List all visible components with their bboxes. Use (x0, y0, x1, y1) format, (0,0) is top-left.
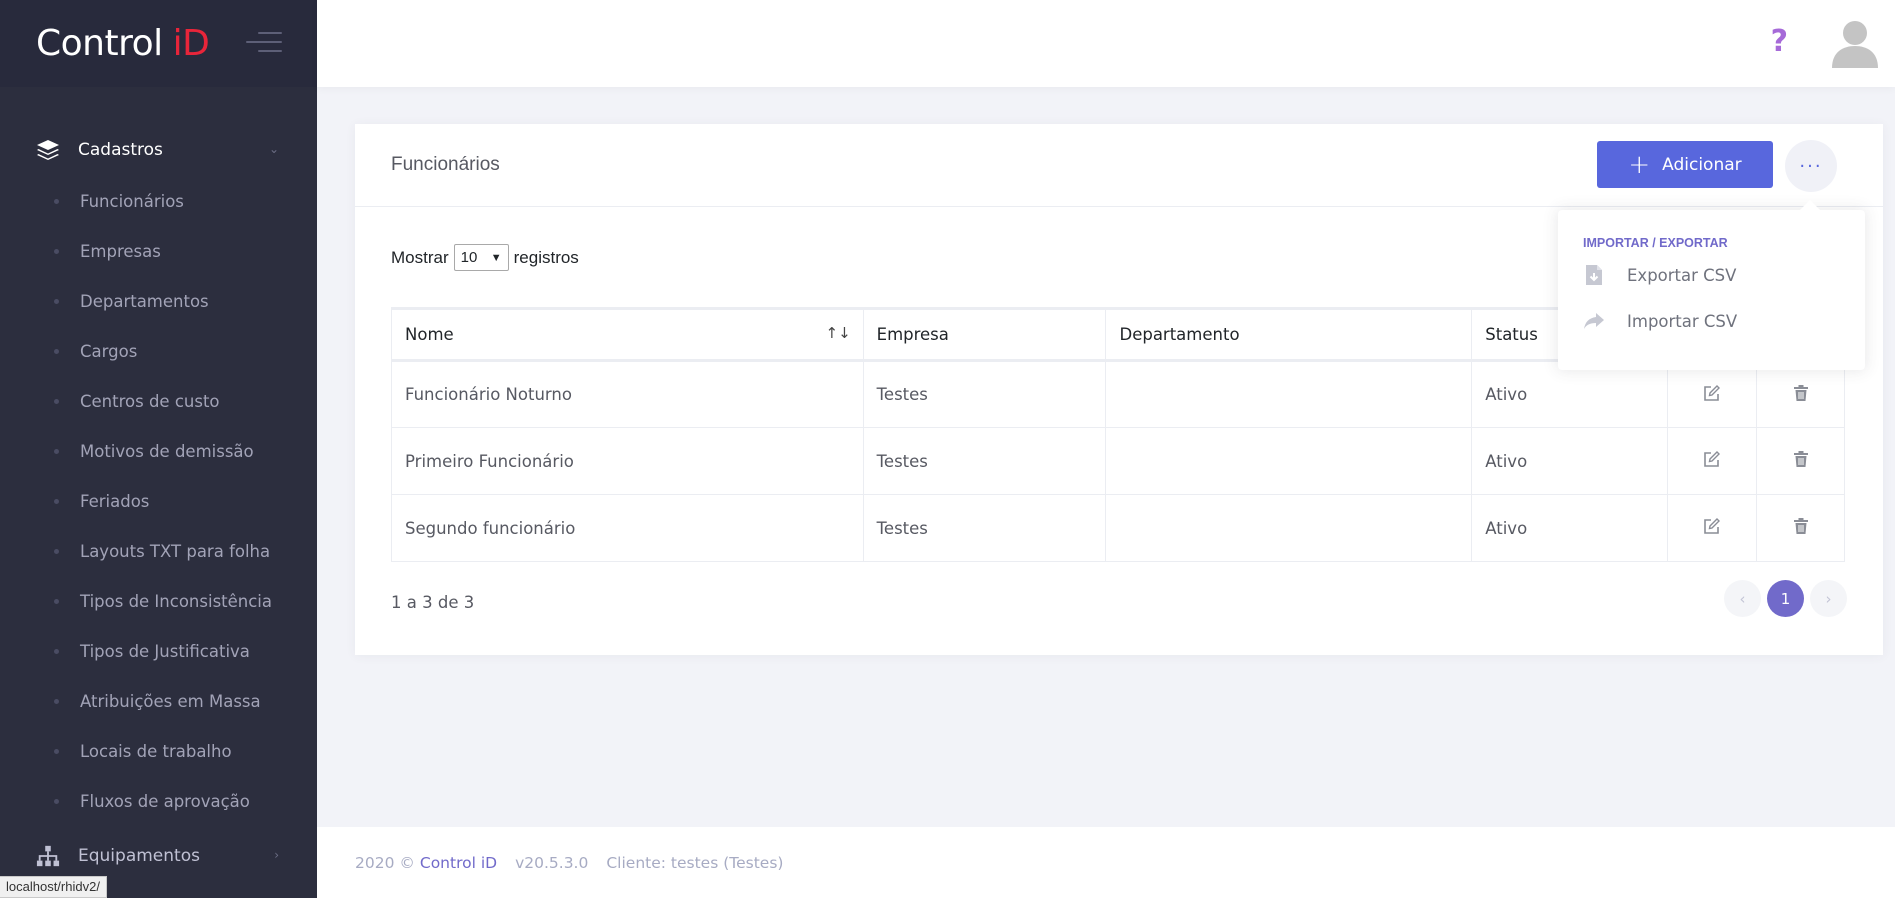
sidebar: Control iD Cadastros ⌄ Funcionários Empre… (0, 0, 317, 898)
page-title: Funcionários (391, 154, 500, 175)
sidebar-item-motivos-de-demissao[interactable]: Motivos de demissão (0, 426, 317, 476)
trash-icon (1793, 518, 1808, 534)
page-length-select[interactable]: 10 ▼ (453, 244, 509, 271)
more-icon: ··· (1799, 155, 1823, 177)
export-csv-item[interactable]: Exportar CSV (1583, 263, 1736, 287)
chevron-left-icon: ‹ (1739, 589, 1746, 608)
menu-section-cadastros[interactable]: Cadastros ⌄ (0, 124, 317, 176)
footer-brand-link[interactable]: Control iD (420, 854, 497, 872)
plus-icon: + (1628, 149, 1651, 180)
cell-empresa: Testes (862, 360, 1107, 428)
sidebar-item-locais-de-trabalho[interactable]: Locais de trabalho (0, 726, 317, 776)
caret-down-icon: ▼ (490, 251, 502, 264)
submenu-cadastros: Funcionários Empresas Departamentos Carg… (0, 176, 317, 826)
more-options-button[interactable]: ··· (1785, 140, 1837, 192)
avatar[interactable] (1829, 16, 1881, 68)
cell-status: Ativo (1471, 360, 1669, 428)
logo[interactable]: Control iD (36, 23, 210, 64)
layers-icon (36, 138, 60, 162)
share-icon (1583, 309, 1605, 333)
menu-section-label: Cadastros (78, 140, 163, 160)
sidebar-item-centros-de-custo[interactable]: Centros de custo (0, 376, 317, 426)
cell-empresa: Testes (862, 427, 1107, 495)
card-header: Funcionários + Adicionar ··· (355, 124, 1883, 207)
cell-status: Ativo (1471, 494, 1669, 562)
more-options-dropdown: Importar / Exportar Exportar CSV Importa… (1558, 200, 1865, 370)
side-menu: Cadastros ⌄ Funcionários Empresas Depart… (0, 124, 317, 826)
pagination: ‹ 1 › (1724, 580, 1847, 617)
cell-departamento (1105, 427, 1473, 495)
cell-nome: Primeiro Funcionário (391, 427, 864, 495)
pagination-prev-button[interactable]: ‹ (1724, 580, 1761, 617)
trash-icon (1793, 451, 1808, 467)
edit-button[interactable] (1667, 360, 1758, 428)
employees-card: Funcionários + Adicionar ··· Mostrar 10 ▼ … (355, 124, 1883, 655)
column-header-nome[interactable]: Nome ↑↓ (391, 307, 864, 362)
column-header-empresa[interactable]: Empresa (862, 307, 1107, 362)
delete-button[interactable] (1756, 360, 1845, 428)
footer-year: 2020 © (355, 853, 415, 872)
table-row: Funcionário Noturno Testes Ativo (391, 360, 1845, 428)
sidebar-item-funcionarios[interactable]: Funcionários (0, 176, 317, 226)
cell-nome: Funcionário Noturno (391, 360, 864, 428)
cell-departamento (1105, 494, 1473, 562)
cell-empresa: Testes (862, 494, 1107, 562)
footer-version: v20.5.3.0 (515, 853, 589, 872)
edit-icon (1704, 384, 1721, 401)
chevron-down-icon: ⌄ (268, 142, 279, 156)
import-csv-item[interactable]: Importar CSV (1583, 309, 1737, 333)
sidebar-item-tipos-de-inconsistencia[interactable]: Tipos de Inconsistência (0, 576, 317, 626)
trash-icon (1793, 384, 1808, 401)
sidebar-item-empresas[interactable]: Empresas (0, 226, 317, 276)
chevron-right-icon: › (1825, 589, 1832, 608)
table-row: Primeiro Funcionário Testes Ativo (391, 427, 1845, 495)
edit-button[interactable] (1667, 494, 1758, 562)
pagination-page-button[interactable]: 1 (1767, 580, 1804, 617)
menu-section-label: Equipamentos (78, 846, 200, 866)
topbar: ? (317, 0, 1895, 87)
table-row: Segundo funcionário Testes Ativo (391, 494, 1845, 562)
sidebar-item-fluxos-de-aprovacao[interactable]: Fluxos de aprovação (0, 776, 317, 826)
sidebar-item-layouts-txt[interactable]: Layouts TXT para folha (0, 526, 317, 576)
help-icon[interactable]: ? (1771, 24, 1788, 59)
edit-icon (1704, 518, 1721, 534)
menu-toggle-icon[interactable] (246, 32, 282, 54)
sidebar-item-feriados[interactable]: Feriados (0, 476, 317, 526)
sitemap-icon (36, 844, 60, 868)
status-bar-url: localhost/rhidv2/ (0, 876, 107, 898)
footer-client: Cliente: testes (Testes) (606, 853, 784, 872)
sidebar-item-atribuicoes-em-massa[interactable]: Atribuições em Massa (0, 676, 317, 726)
dropdown-header: Importar / Exportar (1583, 236, 1728, 250)
chevron-right-icon: › (274, 848, 279, 862)
cell-nome: Segundo funcionário (391, 494, 864, 562)
file-download-icon (1583, 263, 1605, 287)
sidebar-item-cargos[interactable]: Cargos (0, 326, 317, 376)
sidebar-item-tipos-de-justificativa[interactable]: Tipos de Justificativa (0, 626, 317, 676)
page-length-control: Mostrar 10 ▼ registros (391, 244, 579, 271)
delete-button[interactable] (1756, 494, 1845, 562)
delete-button[interactable] (1756, 427, 1845, 495)
brand-area: Control iD (0, 0, 317, 87)
menu-section-equipamentos[interactable]: Equipamentos › (0, 830, 317, 882)
edit-icon (1704, 451, 1721, 467)
column-header-departamento[interactable]: Departamento (1105, 307, 1473, 362)
sort-icon: ↑↓ (825, 324, 851, 342)
table-info: 1 a 3 de 3 (391, 593, 475, 612)
sidebar-item-departamentos[interactable]: Departamentos (0, 276, 317, 326)
cell-status: Ativo (1471, 427, 1669, 495)
edit-button[interactable] (1667, 427, 1758, 495)
add-button[interactable]: + Adicionar (1597, 141, 1773, 188)
cell-departamento (1105, 360, 1473, 428)
pagination-next-button[interactable]: › (1810, 580, 1847, 617)
footer: 2020 © Control iD v20.5.3.0 Cliente: tes… (317, 827, 1895, 898)
